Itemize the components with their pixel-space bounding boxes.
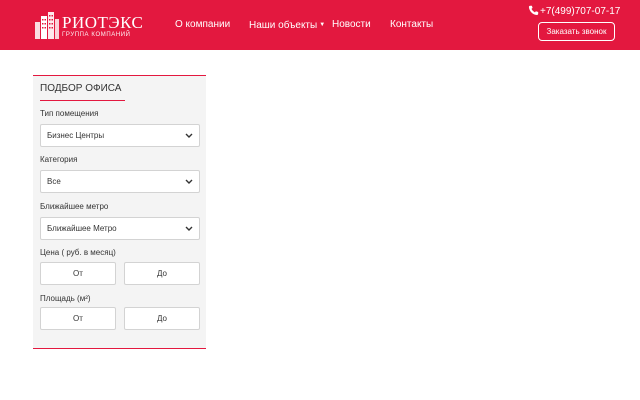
brand-name: РИОТЭКС xyxy=(62,13,144,32)
room-type-value: Бизнес Центры xyxy=(47,131,105,140)
price-to-input[interactable]: До xyxy=(124,262,200,285)
phone-number: +7(499)707-07-17 xyxy=(540,6,621,17)
nav-item-about[interactable]: О компании xyxy=(175,18,230,32)
nav-item-label: Контакты xyxy=(390,19,434,30)
office-filter-panel: ПОДБОР ОФИСА Тип помещения Бизнес Центры… xyxy=(33,75,206,349)
category-value: Все xyxy=(47,177,61,186)
room-type-select[interactable]: Бизнес Центры xyxy=(40,124,200,147)
nav-item-label: Наши объекты xyxy=(249,20,318,31)
metro-select[interactable]: Ближайшее Метро xyxy=(40,217,200,240)
buildings-logo-icon xyxy=(35,12,59,39)
nav-item-objects[interactable]: Наши объекты ▼ xyxy=(249,18,325,33)
metro-label: Ближайшее метро xyxy=(40,202,109,211)
brand-tagline: ГРУППА КОМПАНИЙ xyxy=(62,32,131,38)
chevron-down-icon xyxy=(185,226,193,231)
caret-down-icon: ▼ xyxy=(319,22,326,28)
brand-logo[interactable]: РИОТЭКС ГРУППА КОМПАНИЙ xyxy=(34,10,143,40)
nav-item-label: О компании xyxy=(175,19,231,30)
phone-icon xyxy=(528,5,539,16)
title-underline xyxy=(40,100,125,101)
room-type-label: Тип помещения xyxy=(40,109,99,118)
phone-link[interactable]: +7(499)707-07-17 xyxy=(528,5,620,18)
price-label: Цена ( руб. в месяц) xyxy=(40,248,116,257)
metro-value: Ближайшее Метро xyxy=(47,224,117,233)
category-label: Категория xyxy=(40,155,78,164)
area-from-input[interactable]: От xyxy=(40,307,116,330)
filter-title: ПОДБОР ОФИСА xyxy=(40,83,122,94)
nav-item-news[interactable]: Новости xyxy=(332,18,371,32)
category-select[interactable]: Все xyxy=(40,170,200,193)
callback-button[interactable]: Заказать звонок xyxy=(538,22,615,41)
nav-item-contacts[interactable]: Контакты xyxy=(390,18,433,32)
nav-item-label: Новости xyxy=(332,19,371,30)
price-from-input[interactable]: От xyxy=(40,262,116,285)
area-label: Площадь (м²) xyxy=(40,294,91,303)
chevron-down-icon xyxy=(185,133,193,138)
area-to-input[interactable]: До xyxy=(124,307,200,330)
site-header: РИОТЭКС ГРУППА КОМПАНИЙ О компании Наши … xyxy=(0,0,640,50)
chevron-down-icon xyxy=(185,179,193,184)
